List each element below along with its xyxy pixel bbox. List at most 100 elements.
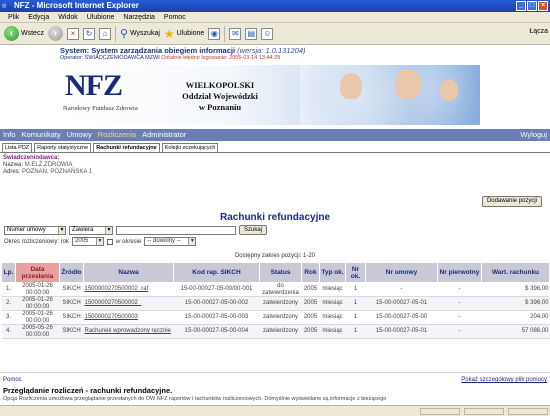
col-header-period-no[interactable]: Nr ok. — [345, 262, 366, 283]
cell-lp: 2. — [1, 296, 16, 311]
help-details-link[interactable]: Pokaż szczegółowy plik pomocy — [461, 377, 547, 383]
menu-item-edit[interactable]: Edycja — [28, 12, 49, 22]
cell-name[interactable]: Rachunek wprowadzony ręcznie — [83, 324, 174, 339]
maximize-button[interactable]: □ — [527, 1, 537, 11]
window-title: NFZ - Microsoft Internet Explorer — [14, 1, 139, 10]
header-banner: NFZ Narodowy Fundusz Zdrowia WIELKOPOLSK… — [60, 65, 480, 125]
table-row[interactable]: 3. 2005-01-26 00:00:00 SIKCH 15000002705… — [1, 310, 550, 325]
col-header-date[interactable]: Data przesłania — [15, 262, 60, 283]
search-icon: ⚲ — [119, 27, 129, 40]
branch-line-1: WIELKOPOLSKI — [185, 80, 255, 90]
menu-item-tools[interactable]: Narzędzia — [123, 12, 155, 22]
print-icon[interactable]: ▤ — [245, 27, 258, 40]
col-header-source[interactable]: Źródło — [59, 262, 84, 283]
stop-icon[interactable]: × — [66, 27, 79, 40]
cell-name[interactable]: 1500000270500002_raf — [83, 282, 174, 297]
year-select-value: 2005 — [75, 238, 89, 244]
cell-date: 2005-01-26 00:00:00 — [15, 310, 60, 325]
year-select[interactable]: 2005 ▼ — [72, 237, 105, 246]
month-select[interactable]: -- dowolny -- ▼ — [144, 237, 197, 246]
cell-period-no: 1 — [345, 282, 366, 297]
search-label: Wyszukaj — [130, 30, 160, 37]
month-checkbox[interactable] — [107, 238, 114, 245]
cell-period-no: 1 — [345, 324, 366, 339]
cell-date: 2005-01-26 00:00:00 — [15, 296, 60, 311]
messenger-icon[interactable]: ☺ — [261, 27, 274, 40]
cell-contract-no: 15-00-00027-05-01 — [365, 324, 438, 339]
cell-period-type: miesiąc — [319, 282, 346, 297]
forward-button[interactable]: › — [47, 26, 63, 41]
search-submit-button[interactable]: Szukaj — [239, 225, 268, 235]
col-header-name[interactable]: Nazwa — [83, 262, 174, 283]
menu-item-file[interactable]: Plik — [8, 12, 19, 22]
col-header-period-type[interactable]: Typ ok. — [319, 262, 346, 283]
chevron-down-icon: ▼ — [188, 238, 196, 245]
system-title: System: System zarządzania obiegiem info… — [60, 46, 236, 55]
favorites-button[interactable]: ★ Ulubione — [164, 28, 204, 40]
close-button[interactable]: × — [538, 1, 548, 11]
logout-link[interactable]: Wyloguj — [520, 129, 547, 141]
cell-sikch-code: 15-00-00027-05-00-004 — [173, 324, 260, 339]
nav-item-admin[interactable]: Administrator — [142, 129, 186, 141]
cell-period-type: miesiąc — [319, 310, 346, 325]
table-row[interactable]: 1. 2005-01-26 00:00:00 SIKCH 15000002705… — [1, 282, 550, 297]
provider-address: POZNAŃ, POZNAŃSKA 1 — [22, 169, 93, 175]
cell-name[interactable]: 1500000270500003 — [83, 310, 174, 325]
add-item-button[interactable]: Dodawanie pozycji — [481, 196, 542, 207]
refresh-icon[interactable]: ↻ — [82, 27, 95, 40]
table-row[interactable]: 4. 2005-05-26 00:00:00 SIKCH Rachunek wp… — [1, 324, 550, 339]
col-header-contract-no[interactable]: Nr umowy — [365, 262, 438, 283]
help-title: Pomoc — [3, 377, 22, 383]
cell-source: SIKCH — [59, 296, 84, 311]
cell-amount: 204,00 — [481, 310, 550, 325]
cell-source: SIKCH — [59, 324, 84, 339]
window-titlebar: e NFZ - Microsoft Internet Explorer _ □ … — [0, 0, 550, 12]
provider-info: Świadczeniodawca: Nazwa: M.ELŻ.ZDROWIA A… — [3, 155, 92, 176]
system-title-line: System: System zarządzania obiegiem info… — [60, 45, 550, 55]
operator-select-value: Zawiera — [72, 226, 94, 233]
field-select-value: Numer umowy — [7, 226, 46, 233]
back-arrow-icon: ‹ — [4, 26, 19, 41]
last-login-label: Ostatnie błędne logowanie: — [161, 55, 228, 61]
col-header-amount[interactable]: Wart. rachunku — [481, 262, 550, 283]
banner-person-face — [340, 73, 362, 99]
minimize-button[interactable]: _ — [516, 1, 526, 11]
nav-item-settlements[interactable]: Rozliczenia — [98, 129, 136, 141]
col-header-lp[interactable]: Lp. — [1, 262, 16, 283]
status-bar — [0, 405, 550, 416]
cell-contract-no: 15-00-00027-05-01 — [365, 296, 438, 311]
nav-item-contracts[interactable]: Umowy — [67, 129, 92, 141]
cell-amount: $ 396,00 — [481, 282, 550, 297]
cell-name[interactable]: 1500000270500002_ — [83, 296, 174, 311]
year-label: Okres rozliczeniowy: rok — [4, 238, 70, 245]
menu-item-view[interactable]: Widok — [58, 12, 77, 22]
col-header-status[interactable]: Status — [259, 262, 302, 283]
field-select[interactable]: Numer umowy ▼ — [4, 225, 66, 235]
table-header-row: Lp. Data przesłania Źródło Nazwa Kod rap… — [1, 262, 550, 283]
back-button[interactable]: ‹ Wstecz — [4, 26, 44, 41]
links-label[interactable]: Łącza — [529, 28, 548, 35]
mail-icon[interactable]: ✉ — [229, 27, 242, 40]
cell-year: 2005 — [301, 310, 320, 325]
month-select-value: -- dowolny -- — [147, 238, 181, 244]
system-version: (wersja: 1.0.131204) — [237, 46, 306, 55]
nav-item-info[interactable]: Info — [3, 129, 16, 141]
cell-status: zatwierdzony — [259, 324, 302, 339]
nav-item-messages[interactable]: Komunikaty — [22, 129, 61, 141]
table-row[interactable]: 2. 2005-01-26 00:00:00 SIKCH 15000002705… — [1, 296, 550, 311]
search-input[interactable] — [116, 225, 236, 235]
col-header-sikch-code[interactable]: Kod rap. SIKCH — [173, 262, 260, 283]
col-header-year[interactable]: Rok — [301, 262, 320, 283]
media-icon[interactable]: ◉ — [208, 27, 221, 40]
home-icon[interactable]: ⌂ — [98, 27, 111, 40]
menu-item-help[interactable]: Pomoc — [164, 12, 186, 22]
search-button[interactable]: ⚲ Wyszukaj — [120, 28, 160, 40]
cell-amount: 57 086,00 — [481, 324, 550, 339]
cell-year: 2005 — [301, 282, 320, 297]
col-header-original-no[interactable]: Nr pierwotny — [437, 262, 482, 283]
browser-toolbar: ‹ Wstecz › × ↻ ⌂ ⚲ Wyszukaj ★ Ulubione ◉… — [0, 23, 550, 45]
cell-lp: 3. — [1, 310, 16, 325]
operator-select[interactable]: Zawiera ▼ — [69, 225, 113, 235]
menu-item-favorites[interactable]: Ulubione — [87, 12, 115, 22]
branch-line-3: w Poznaniu — [198, 102, 242, 112]
